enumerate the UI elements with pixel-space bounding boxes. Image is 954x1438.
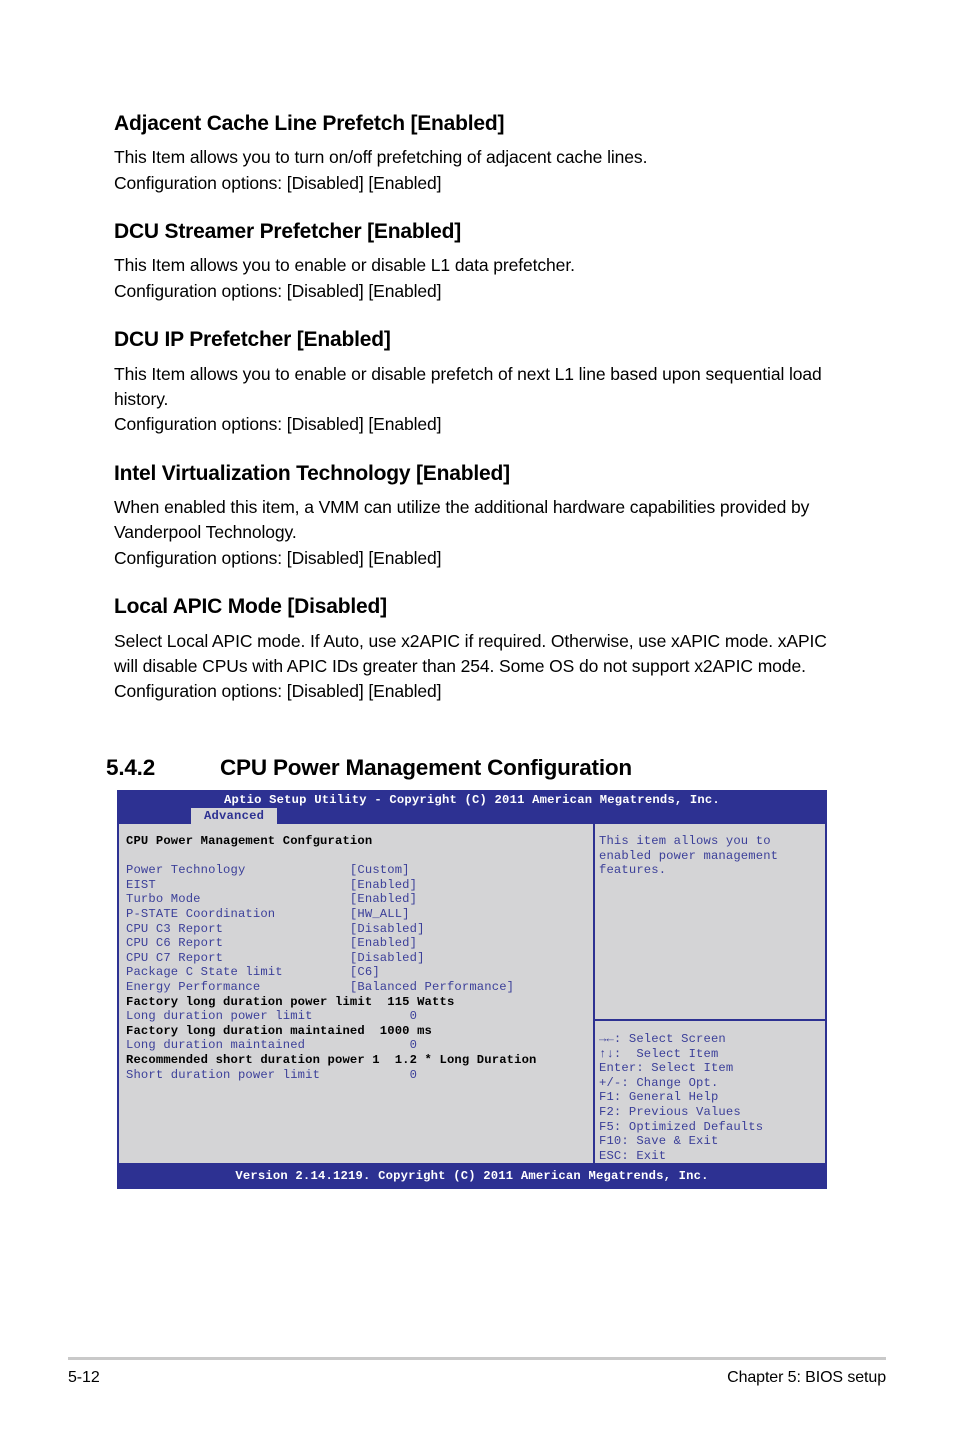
bios-option-value: 1000 ms — [379, 1023, 433, 1038]
bios-option-value: [Enabled] — [349, 877, 418, 892]
bios-key-hint: →←: Select Screen — [599, 1032, 726, 1046]
bios-option-value: [C6] — [349, 965, 380, 980]
bios-option-row[interactable]: Long duration maintained 0 — [126, 1038, 593, 1053]
bios-option-row[interactable]: Turbo Mode [Enabled] — [126, 892, 593, 907]
bios-option-label: CPU C7 Report — [126, 950, 350, 965]
bios-option-label: P-STATE Coordination — [126, 906, 350, 921]
bios-utility-title: Aptio Setup Utility - Copyright (C) 2011… — [224, 793, 720, 807]
bios-key-hint: +/-: Change Opt. — [599, 1075, 719, 1090]
bios-option-label: Recommended short duration power 1 — [126, 1052, 395, 1067]
footer-divider — [68, 1357, 886, 1360]
bios-option-value: 1.2 * Long Duration — [394, 1052, 537, 1067]
setting-description-intel-virtualization-technology: When enabled this item, a VMM can utiliz… — [114, 495, 844, 571]
bios-key-hint: Enter: Select Item — [599, 1061, 734, 1076]
bios-option-row[interactable]: Factory long duration power limit 115 Wa… — [126, 995, 593, 1010]
description-line: This Item allows you to enable or disabl… — [114, 363, 822, 409]
bios-key-hint: F1: General Help — [599, 1090, 719, 1105]
setting-description-local-apic-mode: Select Local APIC mode. If Auto, use x2A… — [114, 629, 844, 705]
bios-option-list: Power Technology [Custom] EIST [Enabled] T… — [126, 863, 593, 1082]
setting-heading-adjacent-cache-line-prefetch: Adjacent Cache Line Prefetch [Enabled] — [114, 112, 505, 135]
bios-option-row[interactable]: Power Technology [Custom] — [126, 863, 593, 878]
config-options-line: Configuration options: [Disabled] [Enabl… — [114, 172, 442, 193]
documentation-body: Adjacent Cache Line Prefetch [Enabled] T… — [114, 112, 844, 728]
bios-option-row[interactable]: Energy Performance [Balanced Performance… — [126, 980, 593, 995]
bios-option-label: Energy Performance — [126, 979, 350, 994]
setting-heading-dcu-streamer-prefetcher: DCU Streamer Prefetcher [Enabled] — [114, 220, 462, 244]
bios-option-value: [Disabled] — [349, 921, 425, 936]
tab-advanced[interactable]: Advanced — [191, 808, 278, 826]
bios-section-title: CPU Power Management Confguration — [126, 834, 373, 848]
bios-option-label: Long duration power limit — [126, 1009, 350, 1024]
bios-option-value: [Disabled] — [349, 950, 425, 965]
bios-version-footer: Version 2.14.1219. Copyright (C) 2011 Am… — [117, 1165, 827, 1189]
description-line: Select Local APIC mode. If Auto, use x2A… — [114, 630, 827, 702]
bios-option-row[interactable]: Short duration power limit 0 — [126, 1068, 593, 1083]
chapter-label: Chapter 5: BIOS setup — [727, 1369, 886, 1386]
bios-option-row[interactable]: Package C State limit [C6] — [126, 965, 593, 980]
bios-option-label: Package C State limit — [126, 965, 350, 980]
bios-option-label: Power Technology — [126, 863, 350, 878]
bios-option-label: Factory long duration maintained — [126, 1023, 380, 1038]
bios-option-value: 0 — [349, 1009, 418, 1024]
bios-option-label: CPU C6 Report — [126, 936, 350, 951]
bios-key-hint: F5: Optimized Defaults — [599, 1119, 764, 1134]
description-line: This Item allows you to enable or disabl… — [114, 255, 575, 276]
bios-option-row[interactable]: Factory long duration maintained 1000 ms — [126, 1024, 593, 1039]
bios-option-label: Short duration power limit — [126, 1067, 350, 1082]
bios-key-hint: F2: Previous Values — [599, 1104, 741, 1119]
bios-setup-screenshot: Aptio Setup Utility - Copyright (C) 2011… — [117, 790, 827, 1189]
bios-option-label: CPU C3 Report — [126, 921, 350, 936]
bios-option-value: [Balanced Performance] — [349, 979, 515, 994]
bios-option-value: [Custom] — [349, 863, 410, 878]
setting-description-dcu-streamer-prefetcher: This Item allows you to enable or disabl… — [114, 253, 844, 304]
bios-options-pane: CPU Power Management Confguration Power … — [119, 824, 593, 1163]
bios-option-label: Factory long duration power limit — [126, 994, 388, 1009]
bios-option-label: EIST — [126, 877, 350, 892]
bios-option-row[interactable]: Recommended short duration power 1 1.2 *… — [126, 1053, 593, 1068]
bios-option-row[interactable]: CPU C3 Report [Disabled] — [126, 922, 593, 937]
config-options-line: Configuration options: [Disabled] [Enabl… — [114, 547, 442, 568]
bios-key-legend: →←: Select Screen ↑↓: Select Item Enter: S… — [593, 1019, 825, 1163]
bios-option-label: Long duration maintained — [126, 1038, 350, 1053]
bios-option-row[interactable]: CPU C7 Report [Disabled] — [126, 951, 593, 966]
bios-key-hint: F10: Save & Exit — [599, 1134, 719, 1149]
config-options-line: Configuration options: [Disabled] [Enabl… — [114, 280, 442, 301]
bios-title-bar: Aptio Setup Utility - Copyright (C) 2011… — [117, 790, 827, 826]
bios-option-row[interactable]: P-STATE Coordination [HW_ALL] — [126, 907, 593, 922]
setting-heading-intel-virtualization-technology: Intel Virtualization Technology [Enabled… — [114, 461, 510, 485]
bios-option-value: [HW_ALL] — [349, 906, 410, 921]
bios-option-label: Turbo Mode — [126, 892, 350, 907]
bios-option-value: 0 — [349, 1067, 418, 1082]
page-number: 5-12 — [68, 1369, 100, 1386]
bios-option-value: 115 Watts — [387, 994, 455, 1009]
bios-option-value: 0 — [349, 1038, 418, 1053]
setting-description-dcu-ip-prefetcher: This Item allows you to enable or disabl… — [114, 362, 844, 438]
section-number: 5.4.2 — [106, 755, 156, 780]
bios-tab-bar: Advanced — [191, 808, 278, 826]
description-line: This Item allows you to turn on/off pref… — [114, 147, 648, 168]
setting-heading-local-apic-mode: Local APIC Mode [Disabled] — [114, 595, 387, 619]
bios-option-value: [Enabled] — [349, 936, 418, 951]
setting-description-adjacent-cache-line-prefetch: This Item allows you to turn on/off pref… — [114, 145, 844, 196]
page-footer: 5-12 Chapter 5: BIOS setup — [68, 1369, 886, 1387]
document-page: Adjacent Cache Line Prefetch [Enabled] T… — [0, 0, 954, 1438]
bios-key-hint: ↑↓: Select Item — [599, 1046, 719, 1061]
description-line: When enabled this item, a VMM can utiliz… — [114, 497, 810, 543]
bios-option-row[interactable]: EIST [Enabled] — [126, 878, 593, 893]
setting-heading-dcu-ip-prefetcher: DCU IP Prefetcher [Enabled] — [114, 328, 391, 352]
bios-main-panel: CPU Power Management Confguration Power … — [117, 824, 827, 1165]
section-title: CPU Power Management Configuration — [220, 755, 632, 780]
bios-option-row[interactable]: CPU C6 Report [Enabled] — [126, 936, 593, 951]
section-heading-5-4-2: 5.4.2 CPU Power Management Configuration — [106, 755, 866, 781]
bios-help-text: This item allows you to enabled power ma… — [599, 834, 779, 878]
bios-option-row[interactable]: Long duration power limit 0 — [126, 1009, 593, 1024]
config-options-line: Configuration options: [Disabled] [Enabl… — [114, 414, 442, 435]
bios-option-value: [Enabled] — [349, 892, 418, 907]
bios-help-pane: This item allows you to enabled power ma… — [593, 824, 825, 1163]
bios-key-hint: ESC: Exit — [599, 1148, 667, 1163]
